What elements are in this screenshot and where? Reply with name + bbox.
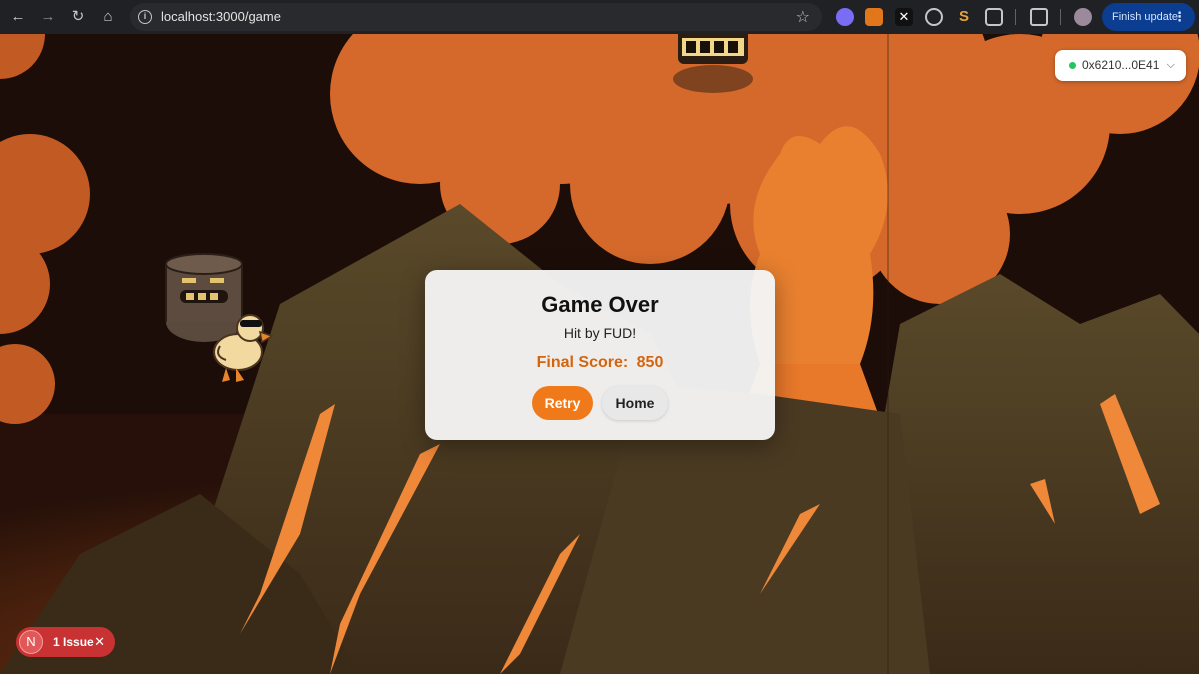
extension-fox-icon[interactable]: [865, 8, 883, 26]
extension-globe-icon[interactable]: [925, 8, 943, 26]
connected-status-dot: [1069, 62, 1076, 69]
profile-avatar[interactable]: [1074, 8, 1092, 26]
death-reason: Hit by FUD!: [563, 325, 637, 341]
address-bar[interactable]: i localhost:3000/game ☆: [130, 3, 822, 31]
toolbar-divider: [1060, 9, 1061, 25]
home-icon[interactable]: ⌂: [97, 6, 119, 28]
site-info-icon[interactable]: i: [138, 10, 152, 24]
bookmark-star-icon[interactable]: ☆: [796, 7, 810, 27]
toolbar-divider: [1015, 9, 1016, 25]
forward-icon[interactable]: →: [37, 6, 59, 28]
final-score-value: 850: [636, 354, 664, 371]
final-score: Final Score: 850: [425, 354, 775, 372]
home-button[interactable]: Home: [602, 386, 668, 420]
dev-issues-badge[interactable]: N 1 Issue ✕: [16, 627, 115, 657]
fud-barrel-enemy: [165, 253, 243, 342]
chevron-down-icon: ⌵: [1166, 59, 1175, 71]
finish-update-button[interactable]: Finish update ⋮: [1102, 3, 1195, 31]
finish-update-label: Finish update: [1112, 11, 1179, 23]
menu-kebab-icon[interactable]: ⋮: [1173, 3, 1186, 31]
reload-icon[interactable]: ↻: [67, 6, 89, 28]
extension-purple-icon[interactable]: [836, 8, 854, 26]
retry-button[interactable]: Retry: [532, 386, 593, 420]
extension-s-icon[interactable]: S: [955, 8, 973, 26]
final-score-label: Final Score:: [536, 354, 629, 371]
fud-obstacle-top: [673, 34, 753, 93]
cast-icon[interactable]: [1030, 8, 1048, 26]
url-text[interactable]: localhost:3000/game: [161, 9, 281, 24]
close-icon[interactable]: ✕: [94, 627, 105, 657]
game-canvas[interactable]: 0x6210...0E41 ⌵ Game Over Hit by FUD! Fi…: [0, 34, 1199, 674]
wallet-connect-button[interactable]: 0x6210...0E41 ⌵: [1055, 50, 1186, 81]
game-over-dialog: Game Over Hit by FUD! Final Score: 850 R…: [425, 270, 775, 440]
extensions-puzzle-icon[interactable]: [985, 8, 1003, 26]
dialog-title: Game Over: [541, 292, 659, 317]
back-icon[interactable]: ←: [7, 6, 29, 28]
browser-toolbar: ← → ↻ ⌂ i localhost:3000/game ☆ ✕ S Fini…: [0, 0, 1199, 34]
wallet-address: 0x6210...0E41: [1082, 58, 1160, 72]
extension-x-icon[interactable]: ✕: [895, 8, 913, 26]
nextjs-logo-icon: N: [19, 630, 43, 654]
issue-count-label[interactable]: 1 Issue: [53, 627, 94, 657]
